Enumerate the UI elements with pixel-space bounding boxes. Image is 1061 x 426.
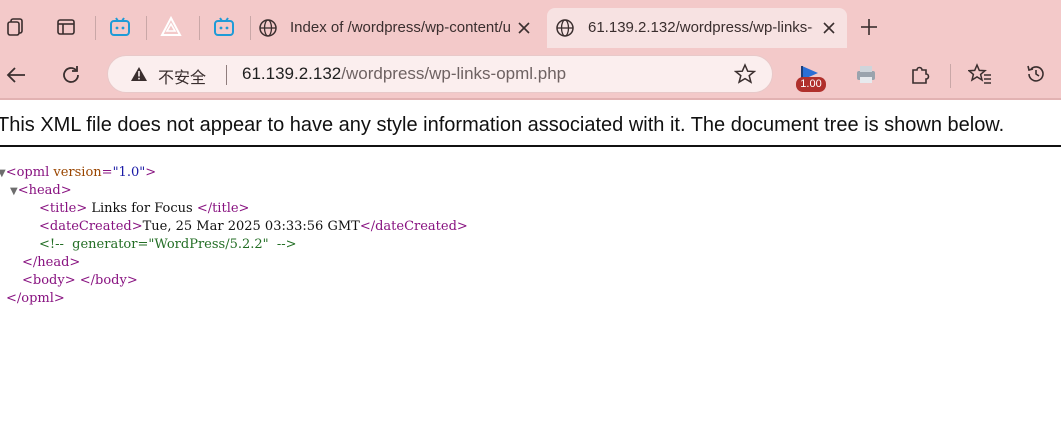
xml-line-opml: ▼<opml version="1.0"> xyxy=(0,165,157,180)
history-icon[interactable] xyxy=(1021,59,1051,89)
address-divider xyxy=(226,65,227,85)
refresh-icon[interactable] xyxy=(56,60,86,90)
toolbar-border xyxy=(0,98,1061,100)
close-tab-icon[interactable] xyxy=(819,18,839,38)
tab-title: Index of /wordpress/wp-content/u xyxy=(290,19,511,36)
tab-wp-links-opml[interactable]: 61.139.2.132/wordpress/wp-links-o xyxy=(547,8,847,48)
insecure-label[interactable]: 不安全 xyxy=(158,64,206,88)
tab-bar: Index of /wordpress/wp-content/u 61.139.… xyxy=(0,0,1061,52)
xml-style-notice: This XML file does not appear to have an… xyxy=(0,114,1005,136)
xml-line-head: ▼<head> xyxy=(10,183,72,198)
url-path: /wordpress/wp-links-opml.php xyxy=(341,64,567,83)
tab-separator xyxy=(146,16,147,40)
tab-separator xyxy=(95,16,96,40)
triangle-logo-tab-icon[interactable] xyxy=(158,14,184,40)
globe-icon xyxy=(258,18,278,43)
bilibili-tab-icon[interactable] xyxy=(107,14,133,40)
favorites-icon[interactable] xyxy=(965,59,995,89)
notice-divider xyxy=(0,145,1061,147)
new-tab-icon[interactable] xyxy=(856,14,882,40)
collapse-triangle-icon[interactable]: ▼ xyxy=(10,186,18,197)
extension-badge: 1.00 xyxy=(796,77,826,92)
xml-line-comment: <!-- generator="WordPress/5.2.2" --> xyxy=(39,237,297,252)
bilibili-tab-icon[interactable] xyxy=(211,14,237,40)
xml-line-datecreated: <dateCreated>Tue, 25 Mar 2025 03:33:56 G… xyxy=(39,219,468,234)
tab-separator xyxy=(250,16,251,40)
toolbar-separator xyxy=(950,64,951,88)
tab-separator xyxy=(199,16,200,40)
xml-line-title: <title> Links for Focus </title> xyxy=(39,201,250,216)
tab-index-of[interactable]: Index of /wordpress/wp-content/u xyxy=(252,8,542,48)
close-tab-icon[interactable] xyxy=(514,18,534,38)
url-host: 61.139.2.132 xyxy=(242,64,342,83)
xml-line-opml-close: </opml> xyxy=(6,291,65,306)
url-text[interactable]: 61.139.2.132/wordpress/wp-links-opml.php xyxy=(242,64,566,84)
back-icon[interactable] xyxy=(1,60,31,90)
printer-extension-icon[interactable] xyxy=(851,59,881,89)
warning-icon[interactable] xyxy=(130,66,148,87)
extensions-puzzle-icon[interactable] xyxy=(905,59,935,89)
tab-title: 61.139.2.132/wordpress/wp-links-o xyxy=(588,19,813,36)
globe-icon xyxy=(555,18,575,43)
workspaces-icon[interactable] xyxy=(3,14,29,40)
browser-chrome: Index of /wordpress/wp-content/u 61.139.… xyxy=(0,0,1061,100)
tab-actions-icon[interactable] xyxy=(53,14,79,40)
xml-line-body: <body> </body> xyxy=(22,273,138,288)
favorite-star-icon[interactable] xyxy=(733,63,757,90)
address-bar[interactable]: 不安全 61.139.2.132/wordpress/wp-links-opml… xyxy=(107,55,773,93)
xml-line-head-close: </head> xyxy=(22,255,81,270)
